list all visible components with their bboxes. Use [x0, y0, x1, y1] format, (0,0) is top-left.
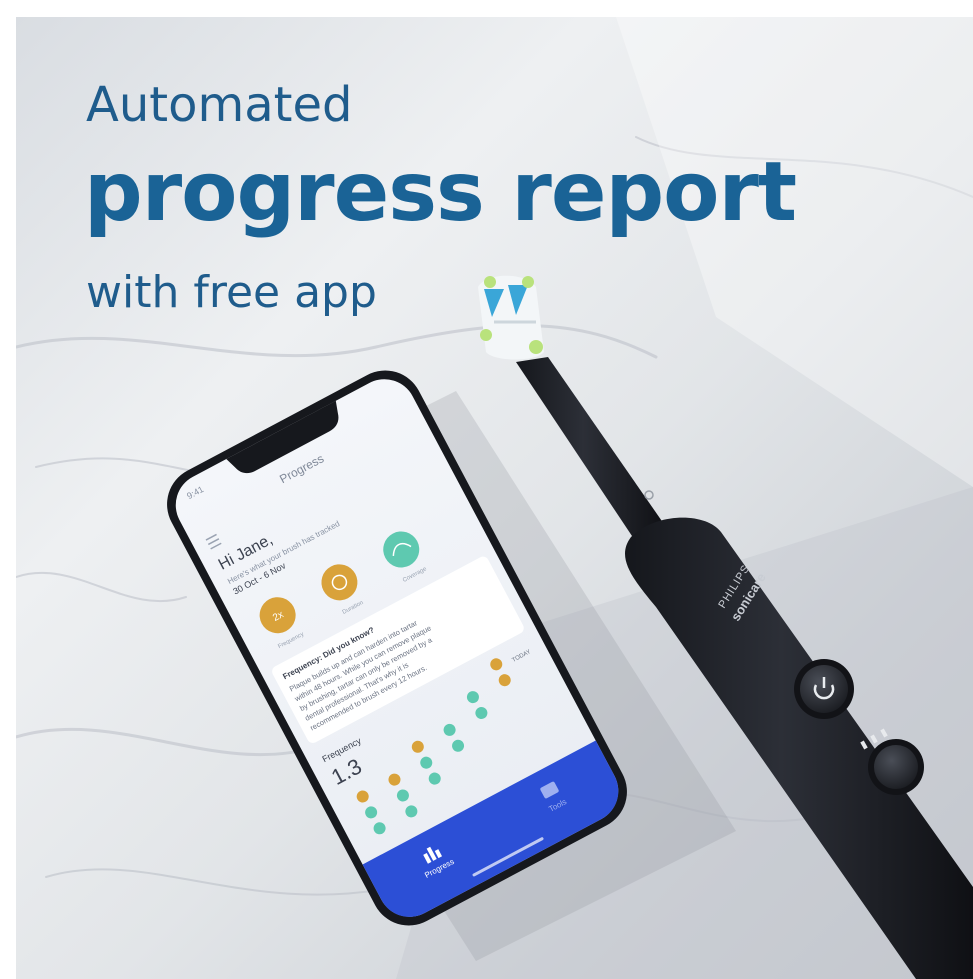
headline-line-1: Automated — [86, 77, 353, 133]
frame: PHILIPS sonicare 9:41 Progress Hi Jane, … — [0, 0, 973, 979]
headline-line-3: with free app — [86, 267, 377, 318]
product-photo: PHILIPS sonicare 9:41 Progress Hi Jane, … — [16, 17, 973, 979]
bristles — [478, 275, 544, 360]
headline-line-2: progress report — [84, 145, 797, 240]
